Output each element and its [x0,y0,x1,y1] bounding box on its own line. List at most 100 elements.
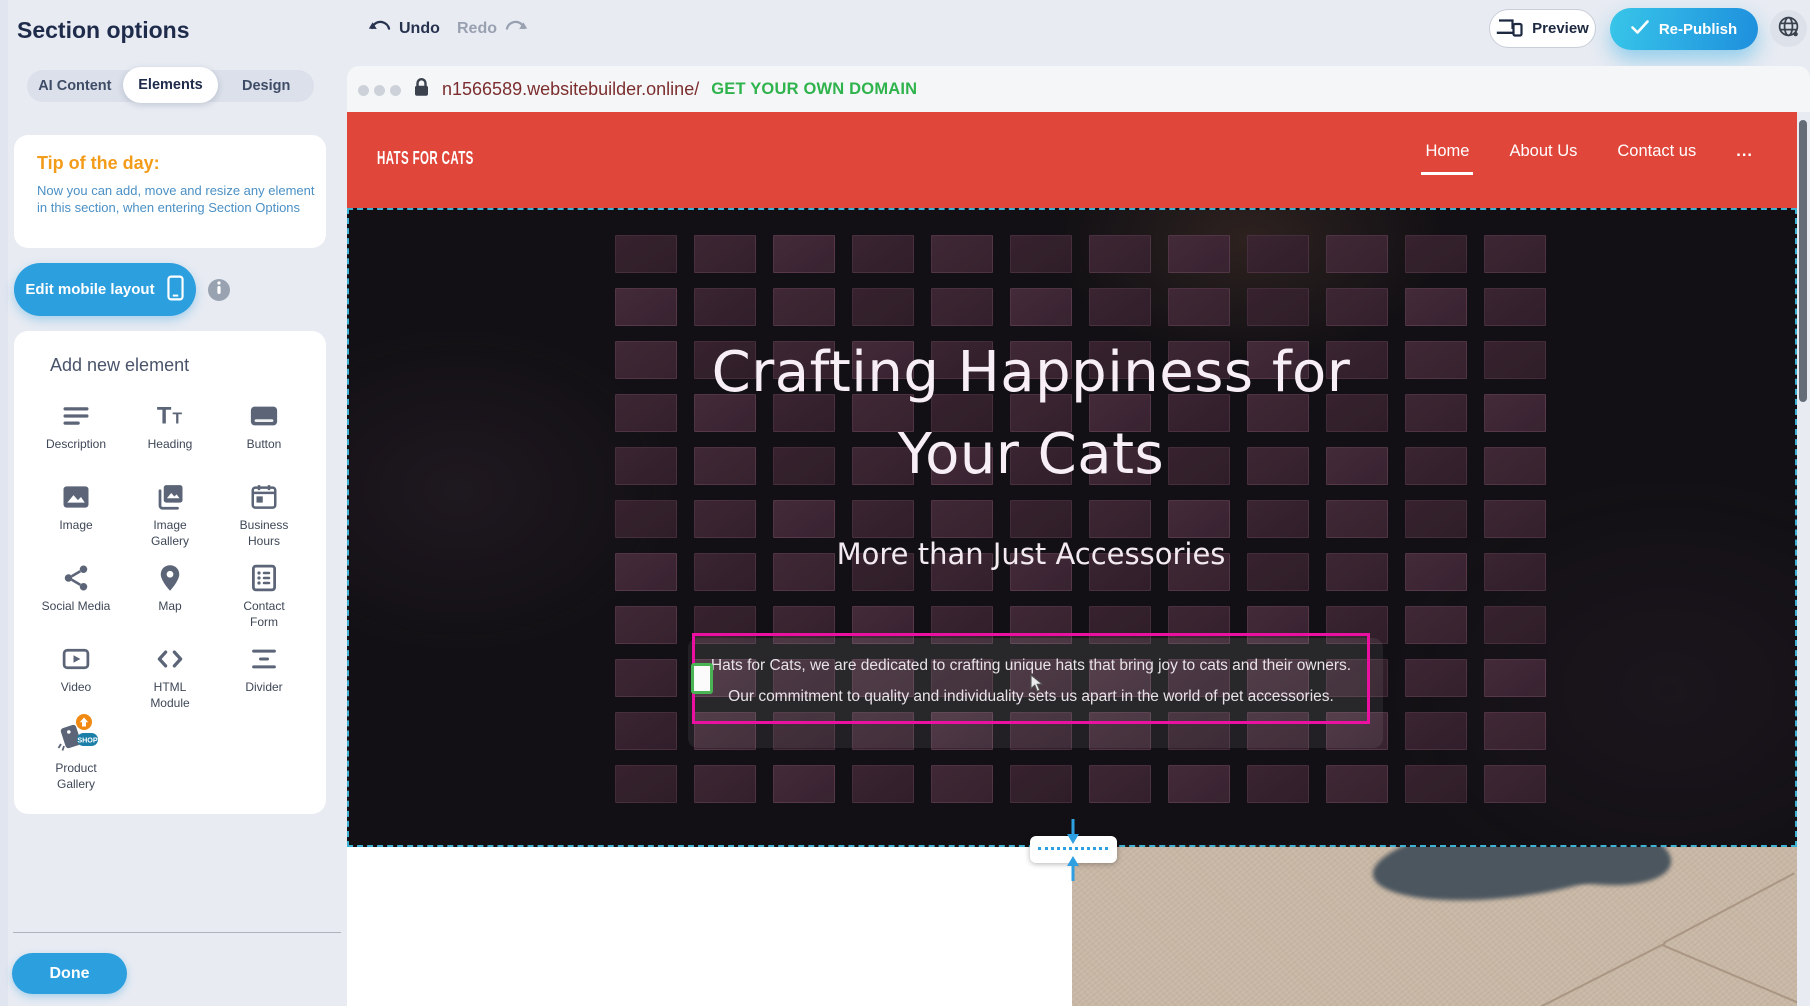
html-module-icon [155,640,185,674]
tip-of-the-day-card: Tip of the day: Now you can add, move an… [14,135,326,248]
element-map[interactable]: Map [123,559,217,640]
element-heading[interactable]: TTHeading [123,397,217,478]
hero-tile [852,288,914,326]
site-logo[interactable]: HATS FOR CATS [377,148,474,169]
nav-item-contact-us[interactable]: Contact us [1617,142,1696,161]
element-label: Social Media [42,599,111,615]
hero-tile [1168,235,1230,273]
tab-ai-content[interactable]: AI Content [27,70,123,102]
site-url[interactable]: n1566589.websitebuilder.online/ [442,79,699,100]
mouse-cursor-icon [1030,674,1046,698]
element-description[interactable]: Description [29,397,123,478]
hero-tile [1010,765,1072,803]
undo-button[interactable]: Undo [368,18,440,39]
get-your-own-domain-link[interactable]: GET YOUR OWN DOMAIN [711,80,917,99]
element-video[interactable]: Video [29,640,123,721]
hero-tile [773,500,835,538]
preview-scrollbar-thumb[interactable] [1799,120,1807,402]
preview-label: Preview [1532,20,1589,37]
site-header[interactable]: HATS FOR CATS Home About Us Contact us... [347,112,1797,208]
page-title: Section options [17,17,190,44]
hero-tile [1405,606,1467,644]
hero-section-selected[interactable]: Crafting Happiness for Your Cats More th… [347,208,1797,847]
edit-mobile-layout-button[interactable]: Edit mobile layout [14,263,196,316]
republish-label: Re-Publish [1659,21,1737,38]
element-drag-handle[interactable] [691,663,713,694]
next-section-floor-image [1072,847,1797,1006]
hero-tile [694,500,756,538]
hero-tile [1089,235,1151,273]
hero-tile [1010,235,1072,273]
browser-dots [358,85,401,96]
element-button[interactable]: Button [217,397,311,478]
element-business-hours[interactable]: Business Hours [217,478,311,559]
add-new-element-title: Add new element [50,355,189,376]
hero-tile [1326,288,1388,326]
hero-tile [1405,765,1467,803]
element-label: Description [46,437,106,453]
tab-elements[interactable]: Elements [123,67,219,103]
product-gallery-icon: SHOP [53,721,99,755]
tip-heading: Tip of the day: [37,153,160,174]
element-product-gallery[interactable]: SHOP Product Gallery [29,721,123,802]
browser-dot [390,85,401,96]
address-bar: n1566589.websitebuilder.online/ GET YOUR… [413,77,917,102]
tab-design[interactable]: Design [218,70,314,102]
svg-text:T: T [157,403,172,430]
hero-tile [1168,765,1230,803]
hero-tile [931,765,993,803]
hero-tile [1405,288,1467,326]
lock-icon [413,77,430,102]
image-icon [61,478,91,512]
hero-tile [773,765,835,803]
globe-icon [1777,15,1800,43]
nav-more-menu[interactable]: ... [1736,142,1753,161]
element-contact-form[interactable]: Contact Form [217,559,311,640]
info-button[interactable] [208,279,230,301]
element-social-media[interactable]: Social Media [29,559,123,640]
hero-tile [1484,235,1546,273]
hero-tile [931,500,993,538]
hero-tile [1484,341,1546,379]
hero-tile [852,765,914,803]
hero-heading[interactable]: Crafting Happiness for Your Cats [621,332,1441,496]
hero-tile [1168,288,1230,326]
hero-tile [1484,659,1546,697]
element-divider[interactable]: Divider [217,640,311,721]
element-label: HTML Module [150,680,189,711]
divider-icon [249,640,279,674]
hero-subheading[interactable]: More than Just Accessories [621,537,1441,571]
redo-button[interactable]: Redo [457,18,528,39]
section-resize-handle[interactable] [1030,836,1117,863]
element-label: Image [59,518,92,534]
hero-tile [615,235,677,273]
hero-tile [1484,394,1546,432]
element-image[interactable]: Image [29,478,123,559]
element-label: Contact Form [243,599,284,630]
preview-button[interactable]: Preview [1489,9,1596,48]
hero-tile [1484,712,1546,750]
image-gallery-icon [155,478,185,512]
hero-tile [615,500,677,538]
element-label: Product Gallery [55,761,96,792]
hero-tile [773,288,835,326]
hero-tile [931,235,993,273]
language-globe-button[interactable] [1770,10,1807,47]
element-label: Divider [245,680,282,696]
element-label: Button [247,437,282,453]
hero-tile [1326,765,1388,803]
element-image-gallery[interactable]: Image Gallery [123,478,217,559]
hero-tile [1089,500,1151,538]
republish-button[interactable]: Re-Publish [1610,8,1758,50]
element-html-module[interactable]: HTML Module [123,640,217,721]
hero-tile [1484,553,1546,591]
hero-tile [1089,765,1151,803]
hero-tile [1326,500,1388,538]
done-button[interactable]: Done [12,953,127,994]
hero-tile [1405,500,1467,538]
social-media-icon [61,559,91,593]
hero-tile [1484,765,1546,803]
nav-item-home[interactable]: Home [1425,142,1469,161]
nav-item-about-us[interactable]: About Us [1509,142,1577,161]
heading-icon: TT [155,397,185,431]
